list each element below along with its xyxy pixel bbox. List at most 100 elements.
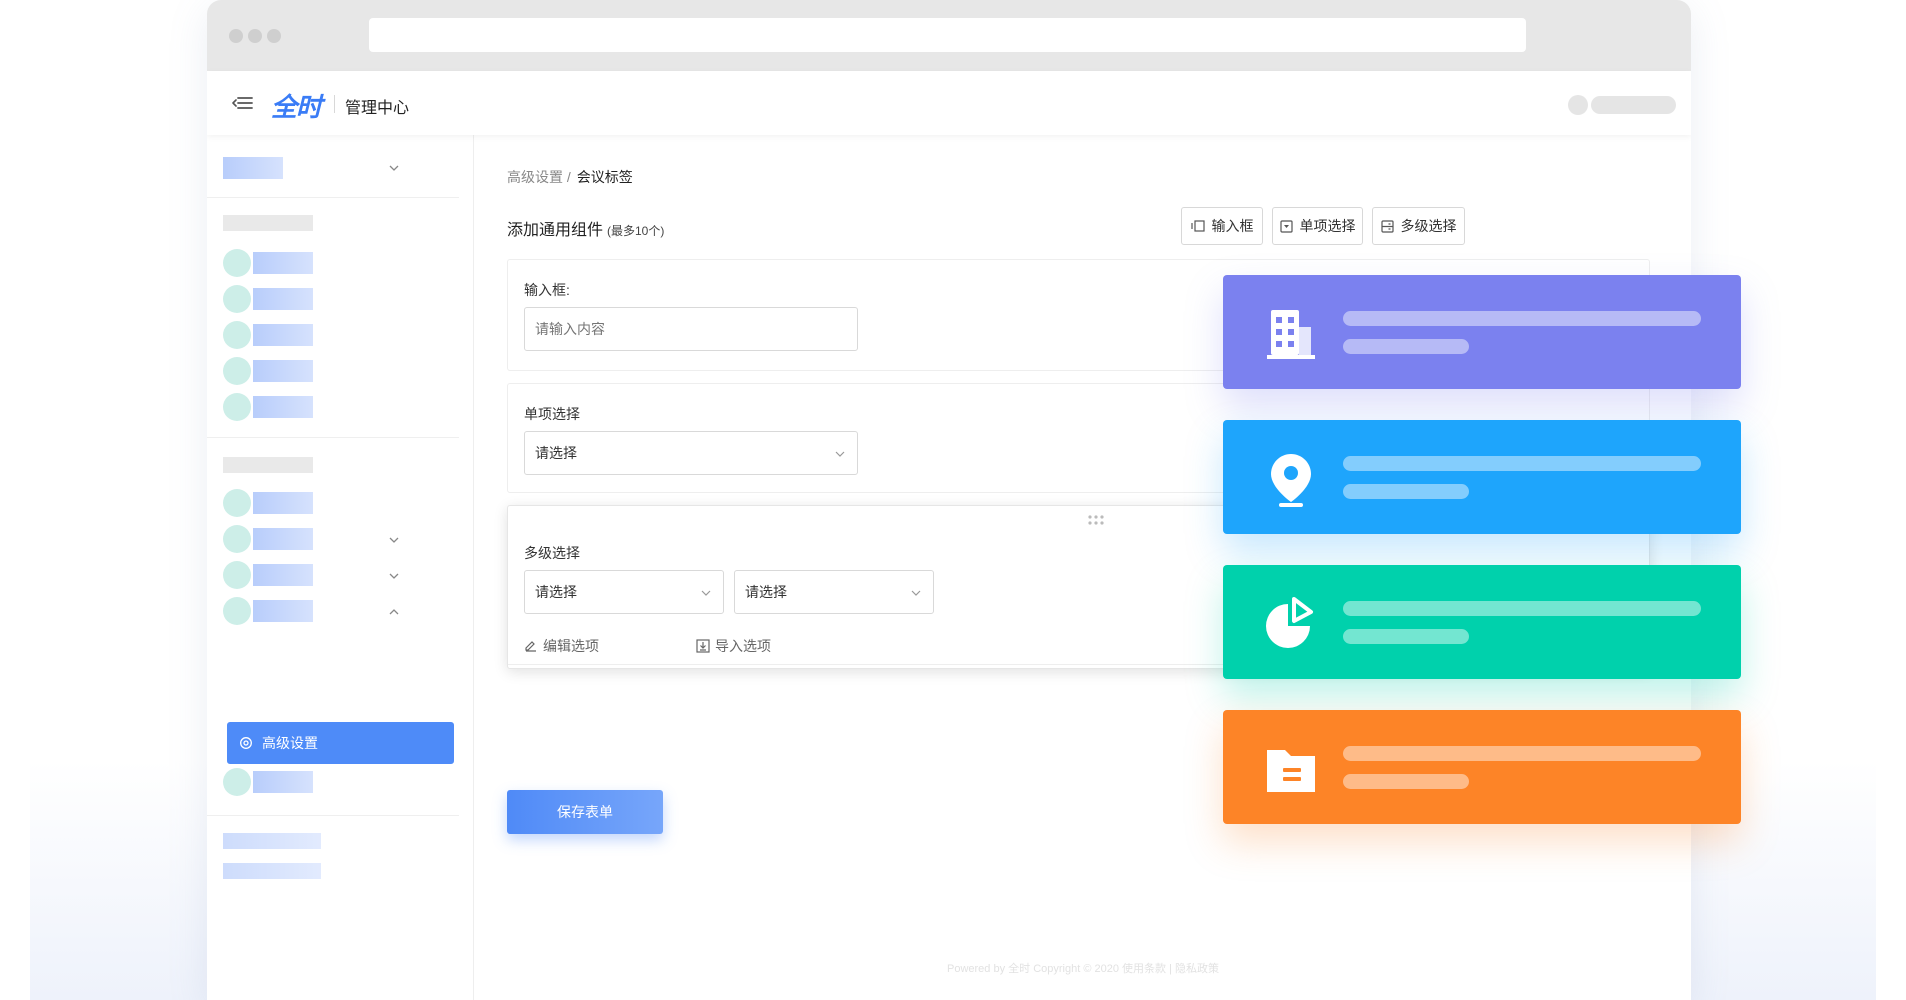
sidebar-item-icon — [223, 597, 251, 625]
logo-divider — [334, 95, 335, 113]
sidebar-item[interactable] — [253, 396, 313, 418]
import-icon — [696, 639, 710, 653]
button-label: 多级选择 — [1400, 218, 1457, 234]
edit-icon — [525, 641, 536, 652]
import-options-link[interactable]: 导入选项 — [696, 636, 771, 656]
feature-card-statistics — [1223, 565, 1741, 679]
select-value: 请选择 — [535, 445, 577, 461]
user-avatar[interactable] — [1568, 95, 1588, 115]
card-text-placeholder — [1343, 339, 1469, 354]
select-value: 请选择 — [535, 584, 577, 600]
breadcrumb-current: 会议标签 — [576, 169, 633, 185]
single-select[interactable]: 请选择 — [524, 431, 858, 475]
app-header: 全时 管理中心 — [207, 71, 1691, 135]
stage: 全时 管理中心 高级设置 高级设置 / 会议标签 添加通用组件 (最多10个) … — [0, 0, 1906, 1000]
edit-options-label: 编辑选项 — [543, 638, 599, 654]
save-form-button[interactable]: 保存表单 — [507, 790, 663, 834]
add-multi-select-button[interactable]: 多级选择 — [1372, 207, 1465, 245]
sidebar-item[interactable] — [253, 492, 313, 514]
sidebar-divider — [207, 437, 459, 438]
gear-icon — [240, 737, 252, 749]
window-dot-maximize[interactable] — [267, 29, 281, 43]
chevron-down-icon[interactable] — [389, 535, 399, 545]
input-box-icon — [1190, 220, 1205, 232]
add-input-box-button[interactable]: 输入框 — [1181, 207, 1263, 245]
pie-chart-icon — [1266, 597, 1313, 648]
sidebar-group-title — [223, 215, 313, 231]
chevron-down-icon[interactable] — [389, 163, 399, 173]
sidebar-item[interactable] — [253, 564, 313, 586]
sidebar-item-icon — [223, 357, 251, 385]
single-select-icon — [1279, 219, 1293, 233]
sidebar: 高级设置 — [207, 135, 474, 1000]
sidebar-divider — [207, 815, 459, 816]
sidebar-item-advanced-settings[interactable]: 高级设置 — [227, 722, 454, 764]
sidebar-divider — [207, 197, 459, 198]
select-value: 请选择 — [745, 584, 787, 600]
import-options-label: 导入选项 — [715, 638, 771, 654]
sidebar-item-label: 高级设置 — [262, 735, 318, 751]
sidebar-item[interactable] — [253, 324, 313, 346]
card-text-placeholder — [1343, 746, 1701, 761]
sidebar-item-icon — [223, 249, 251, 277]
card-text-placeholder — [1343, 629, 1469, 644]
chevron-down-icon — [701, 590, 711, 596]
document-folder-icon — [1267, 750, 1315, 792]
address-bar[interactable] — [369, 18, 1526, 52]
menu-collapse-icon[interactable] — [232, 93, 254, 113]
page-footer: Powered by 全时 Copyright © 2020 使用条款 | 隐私… — [947, 963, 1219, 975]
window-dot-minimize[interactable] — [248, 29, 262, 43]
drag-handle-icon[interactable] — [1086, 514, 1106, 526]
text-input[interactable] — [524, 307, 858, 351]
button-label: 输入框 — [1211, 218, 1254, 234]
sidebar-footer-link[interactable] — [223, 833, 321, 849]
sidebar-item[interactable] — [253, 771, 313, 793]
card-text-placeholder — [1343, 601, 1701, 616]
section-title-text: 添加通用组件 — [507, 222, 604, 239]
sidebar-item[interactable] — [253, 360, 313, 382]
app-title: 管理中心 — [345, 100, 410, 117]
feature-card-documents — [1223, 710, 1741, 824]
chevron-up-icon[interactable] — [389, 607, 399, 617]
sidebar-footer-link[interactable] — [223, 863, 321, 879]
sidebar-item[interactable] — [253, 252, 313, 274]
multi-select-level-1[interactable]: 请选择 — [524, 570, 724, 614]
sidebar-org-selector[interactable] — [223, 157, 283, 179]
sidebar-item-icon — [223, 393, 251, 421]
card-text-placeholder — [1343, 311, 1701, 326]
add-single-select-button[interactable]: 单项选择 — [1272, 207, 1363, 245]
breadcrumb-parent[interactable]: 高级设置 / — [507, 169, 571, 185]
edit-options-link[interactable]: 编辑选项 — [524, 636, 599, 656]
sidebar-item-icon — [223, 525, 251, 553]
field-label: 多级选择 — [524, 545, 580, 561]
multi-select-icon — [1380, 219, 1394, 233]
chevron-down-icon[interactable] — [389, 571, 399, 581]
card-text-placeholder — [1343, 484, 1469, 499]
window-dot-close[interactable] — [229, 29, 243, 43]
sidebar-item[interactable] — [253, 528, 313, 550]
browser-chrome — [207, 0, 1691, 71]
multi-select-level-2[interactable]: 请选择 — [734, 570, 934, 614]
section-title: 添加通用组件 (最多10个) — [507, 216, 664, 240]
section-note: (最多10个) — [607, 224, 665, 238]
brand-logo[interactable]: 全时 — [271, 87, 322, 124]
field-label: 输入框: — [524, 282, 570, 298]
user-name-placeholder[interactable] — [1591, 96, 1676, 114]
feature-card-location — [1223, 420, 1741, 534]
sidebar-item-icon — [223, 489, 251, 517]
sidebar-item-icon — [223, 768, 251, 796]
sidebar-item-icon — [223, 561, 251, 589]
sidebar-group-title — [223, 457, 313, 473]
breadcrumb: 高级设置 / 会议标签 — [507, 167, 633, 187]
sidebar-item[interactable] — [253, 600, 313, 622]
location-pin-icon — [1271, 454, 1311, 507]
card-text-placeholder — [1343, 774, 1469, 789]
building-icon — [1267, 310, 1315, 359]
button-label: 单项选择 — [1299, 218, 1356, 234]
field-label: 单项选择 — [524, 406, 580, 422]
feature-card-organization — [1223, 275, 1741, 389]
sidebar-item[interactable] — [253, 288, 313, 310]
sidebar-item-icon — [223, 285, 251, 313]
chevron-down-icon — [911, 590, 921, 596]
sidebar-item-icon — [223, 321, 251, 349]
